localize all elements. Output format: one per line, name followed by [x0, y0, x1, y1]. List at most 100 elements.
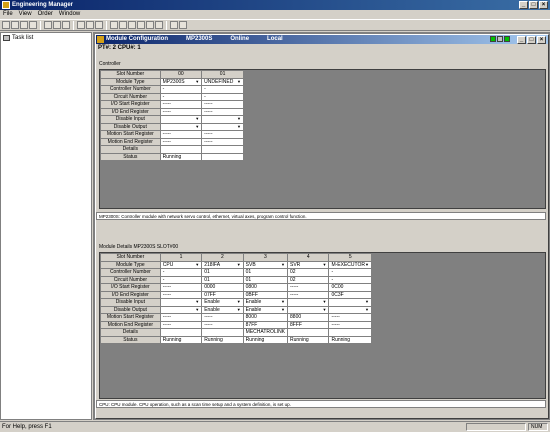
tool-3-icon[interactable] [128, 21, 136, 29]
tree-item-task-list[interactable]: Task list [3, 35, 33, 41]
chevron-down-icon[interactable]: ▼ [365, 299, 369, 305]
window-icon[interactable] [170, 21, 178, 29]
cell[interactable]: ----- [159, 320, 203, 329]
cell[interactable]: - [159, 268, 203, 277]
chevron-down-icon[interactable]: ▼ [281, 299, 285, 305]
cell[interactable] [328, 328, 372, 337]
copy-icon[interactable] [53, 21, 61, 29]
cell[interactable] [201, 152, 244, 161]
cell[interactable]: 01 [242, 268, 289, 277]
cell[interactable] [201, 328, 244, 337]
chevron-down-icon[interactable]: ▼ [237, 299, 241, 305]
cell[interactable]: 02 [287, 268, 330, 277]
tool-1-icon[interactable] [110, 21, 118, 29]
cell[interactable]: ----- [328, 313, 372, 322]
menu-window[interactable]: Window [59, 10, 80, 19]
cell[interactable]: ----- [328, 320, 372, 329]
new-icon[interactable] [2, 21, 10, 29]
cell[interactable]: Running [242, 335, 289, 344]
cell[interactable]: Running [328, 335, 372, 344]
grid-icon[interactable] [77, 21, 85, 29]
cell[interactable]: ----- [201, 137, 244, 146]
cell-dropdown[interactable]: Enable ▼ [201, 305, 244, 314]
cell[interactable]: - [159, 85, 203, 94]
cell[interactable]: ----- [201, 100, 244, 109]
child-maximize-button[interactable]: □ [527, 36, 536, 44]
cell[interactable] [159, 145, 203, 154]
menu-view[interactable]: View [19, 10, 32, 19]
paste-icon[interactable] [62, 21, 70, 29]
cell-dropdown[interactable]: ▼ [201, 115, 244, 124]
menu-order[interactable]: Order [38, 10, 53, 19]
cell[interactable]: - [201, 92, 244, 101]
cell[interactable]: ----- [287, 283, 330, 292]
maximize-button[interactable]: □ [529, 1, 538, 9]
cell[interactable]: ----- [159, 137, 203, 146]
chevron-down-icon[interactable]: ▼ [195, 79, 199, 85]
ladder-icon[interactable] [95, 21, 103, 29]
cell[interactable]: ----- [287, 290, 330, 299]
chevron-down-icon[interactable]: ▼ [322, 307, 326, 313]
help-icon[interactable] [179, 21, 187, 29]
cell-dropdown[interactable]: Enable ▼ [201, 298, 244, 307]
cell[interactable]: ----- [201, 320, 244, 329]
cell[interactable]: - [159, 275, 203, 284]
cell-dropdown[interactable]: SVR ▼ [287, 260, 330, 269]
cell[interactable]: Running [201, 335, 244, 344]
cell[interactable]: 8000 [242, 313, 289, 322]
cell-dropdown[interactable]: ▼ [201, 122, 244, 131]
print-icon[interactable] [29, 21, 37, 29]
cell-dropdown[interactable]: MP2300S ▼ [159, 77, 203, 86]
cell[interactable]: ----- [201, 107, 244, 116]
cell-dropdown[interactable]: SVB ▼ [242, 260, 289, 269]
cell[interactable]: - [201, 85, 244, 94]
cell[interactable]: ----- [159, 290, 203, 299]
cell[interactable]: Running [159, 152, 203, 161]
cell-dropdown[interactable]: ▼ [159, 298, 203, 307]
chevron-down-icon[interactable]: ▼ [322, 299, 326, 305]
chevron-down-icon[interactable]: ▼ [237, 307, 241, 313]
tool-4-icon[interactable] [137, 21, 145, 29]
cell[interactable]: ----- [159, 130, 203, 139]
cell[interactable]: ----- [159, 100, 203, 109]
tool-6-icon[interactable] [155, 21, 163, 29]
cell[interactable]: 01 [201, 268, 244, 277]
cell-dropdown[interactable]: Enable ▼ [242, 305, 289, 314]
module-icon[interactable] [86, 21, 94, 29]
open-icon[interactable] [11, 21, 19, 29]
child-close-button[interactable]: × [537, 36, 546, 44]
cell[interactable]: 87FF [242, 320, 289, 329]
chevron-down-icon[interactable]: ▼ [281, 262, 285, 268]
cut-icon[interactable] [44, 21, 52, 29]
cell[interactable]: 0000 [201, 283, 244, 292]
cell-dropdown[interactable]: UNDEFINED ▼ [201, 77, 244, 86]
cell[interactable]: ----- [159, 107, 203, 116]
tool-2-icon[interactable] [119, 21, 127, 29]
chevron-down-icon[interactable]: ▼ [237, 116, 241, 122]
cell-dropdown[interactable]: Enable ▼ [242, 298, 289, 307]
cell[interactable]: 0BFF [242, 290, 289, 299]
chevron-down-icon[interactable]: ▼ [322, 262, 326, 268]
chevron-down-icon[interactable]: ▼ [195, 299, 199, 305]
cell[interactable]: 8800 [287, 313, 330, 322]
cell-dropdown[interactable]: ▼ [328, 298, 372, 307]
save-icon[interactable] [20, 21, 28, 29]
cell[interactable]: Running [159, 335, 203, 344]
cell-dropdown[interactable]: 218IFA ▼ [201, 260, 244, 269]
cell[interactable]: ----- [201, 313, 244, 322]
chevron-down-icon[interactable]: ▼ [365, 307, 369, 313]
minimize-button[interactable]: _ [519, 1, 528, 9]
menu-file[interactable]: File [3, 10, 13, 19]
chevron-down-icon[interactable]: ▼ [195, 262, 199, 268]
cell-dropdown[interactable]: ▼ [328, 305, 372, 314]
cell[interactable]: - [159, 92, 203, 101]
tool-5-icon[interactable] [146, 21, 154, 29]
cell[interactable]: ----- [159, 283, 203, 292]
cell-dropdown[interactable]: ▼ [287, 305, 330, 314]
cell[interactable]: ----- [159, 313, 203, 322]
cell[interactable]: - [328, 275, 372, 284]
cell[interactable] [201, 145, 244, 154]
cell[interactable]: 07FF [201, 290, 244, 299]
chevron-down-icon[interactable]: ▼ [237, 79, 241, 85]
cell[interactable]: 01 [201, 275, 244, 284]
